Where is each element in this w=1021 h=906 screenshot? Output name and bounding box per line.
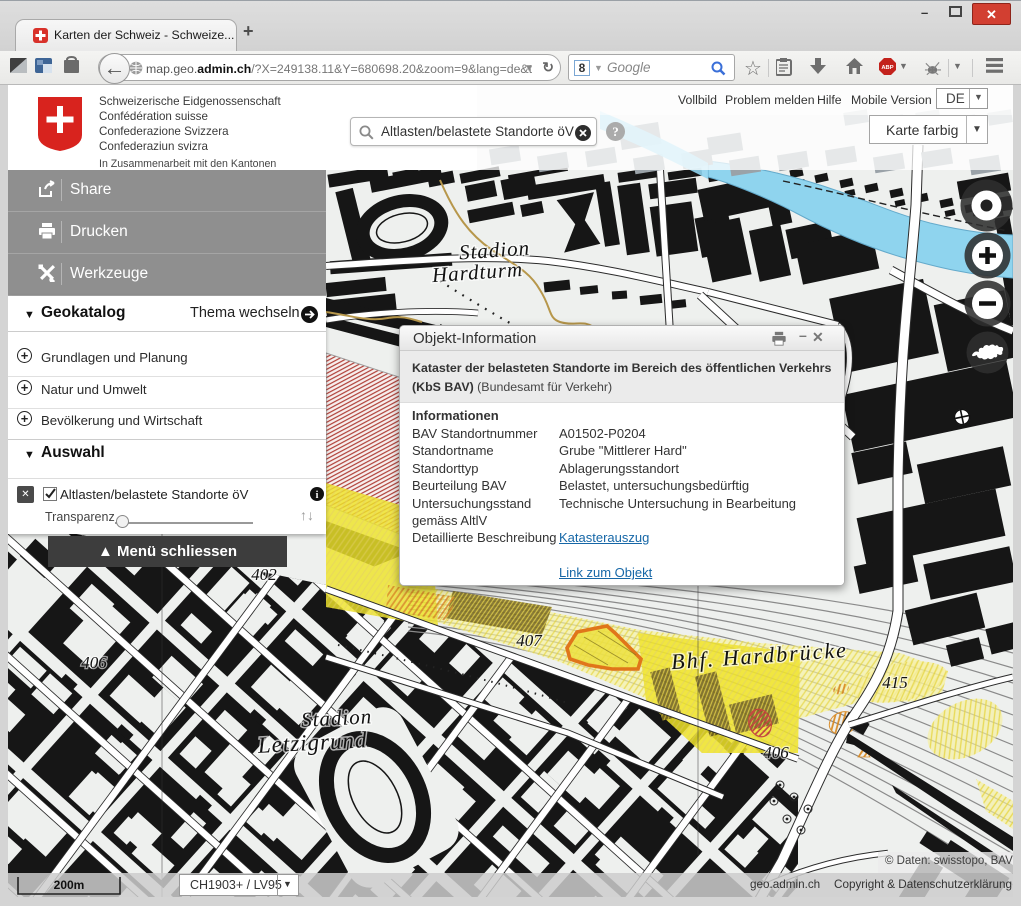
svg-text:406: 406 — [81, 653, 107, 672]
svg-text:i: i — [316, 490, 319, 501]
svg-text:415: 415 — [882, 673, 908, 692]
svg-text:402: 402 — [251, 565, 277, 584]
svg-text:ABP: ABP — [881, 65, 893, 71]
svg-text:407: 407 — [516, 631, 543, 650]
svg-text:200m: 200m — [54, 878, 85, 892]
svg-text:406: 406 — [763, 743, 789, 762]
svg-text:?: ? — [612, 124, 619, 139]
